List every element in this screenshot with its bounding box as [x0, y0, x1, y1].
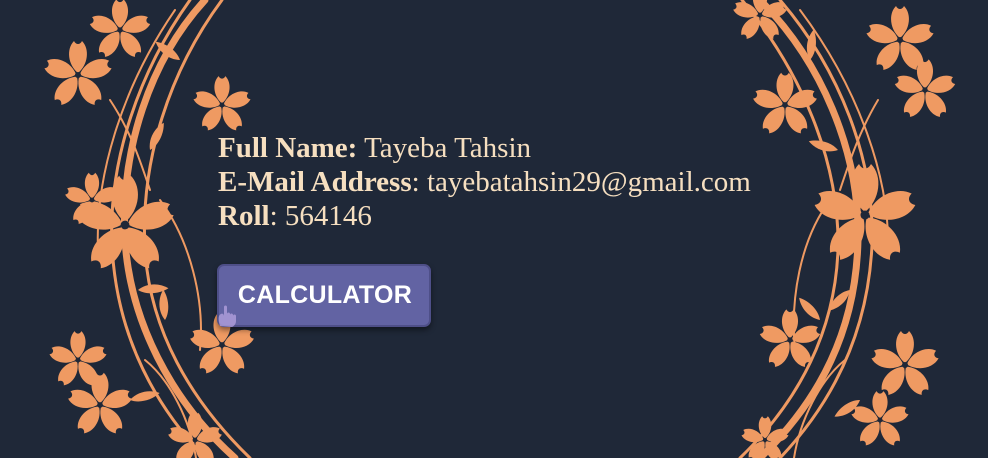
- hand-pointer-icon: [218, 305, 236, 327]
- roll-row: Roll: 564146: [218, 199, 751, 233]
- roll-value: : 564146: [269, 200, 372, 232]
- full-name-row: Full Name: Tayeba Tahsin: [218, 131, 751, 165]
- email-label: E-Mail Address: [218, 166, 412, 198]
- roll-label: Roll: [218, 200, 270, 232]
- calculator-button[interactable]: CALCULATOR: [217, 264, 431, 327]
- full-name-value: Tayeba Tahsin: [357, 132, 532, 164]
- right-flowers: [731, 0, 957, 458]
- full-name-label: Full Name:: [218, 132, 358, 164]
- profile-info: Full Name: Tayeba Tahsin E-Mail Address:…: [218, 131, 751, 233]
- email-value: : tayebatahsin29@gmail.com: [411, 166, 751, 198]
- email-row: E-Mail Address: tayebatahsin29@gmail.com: [218, 165, 751, 199]
